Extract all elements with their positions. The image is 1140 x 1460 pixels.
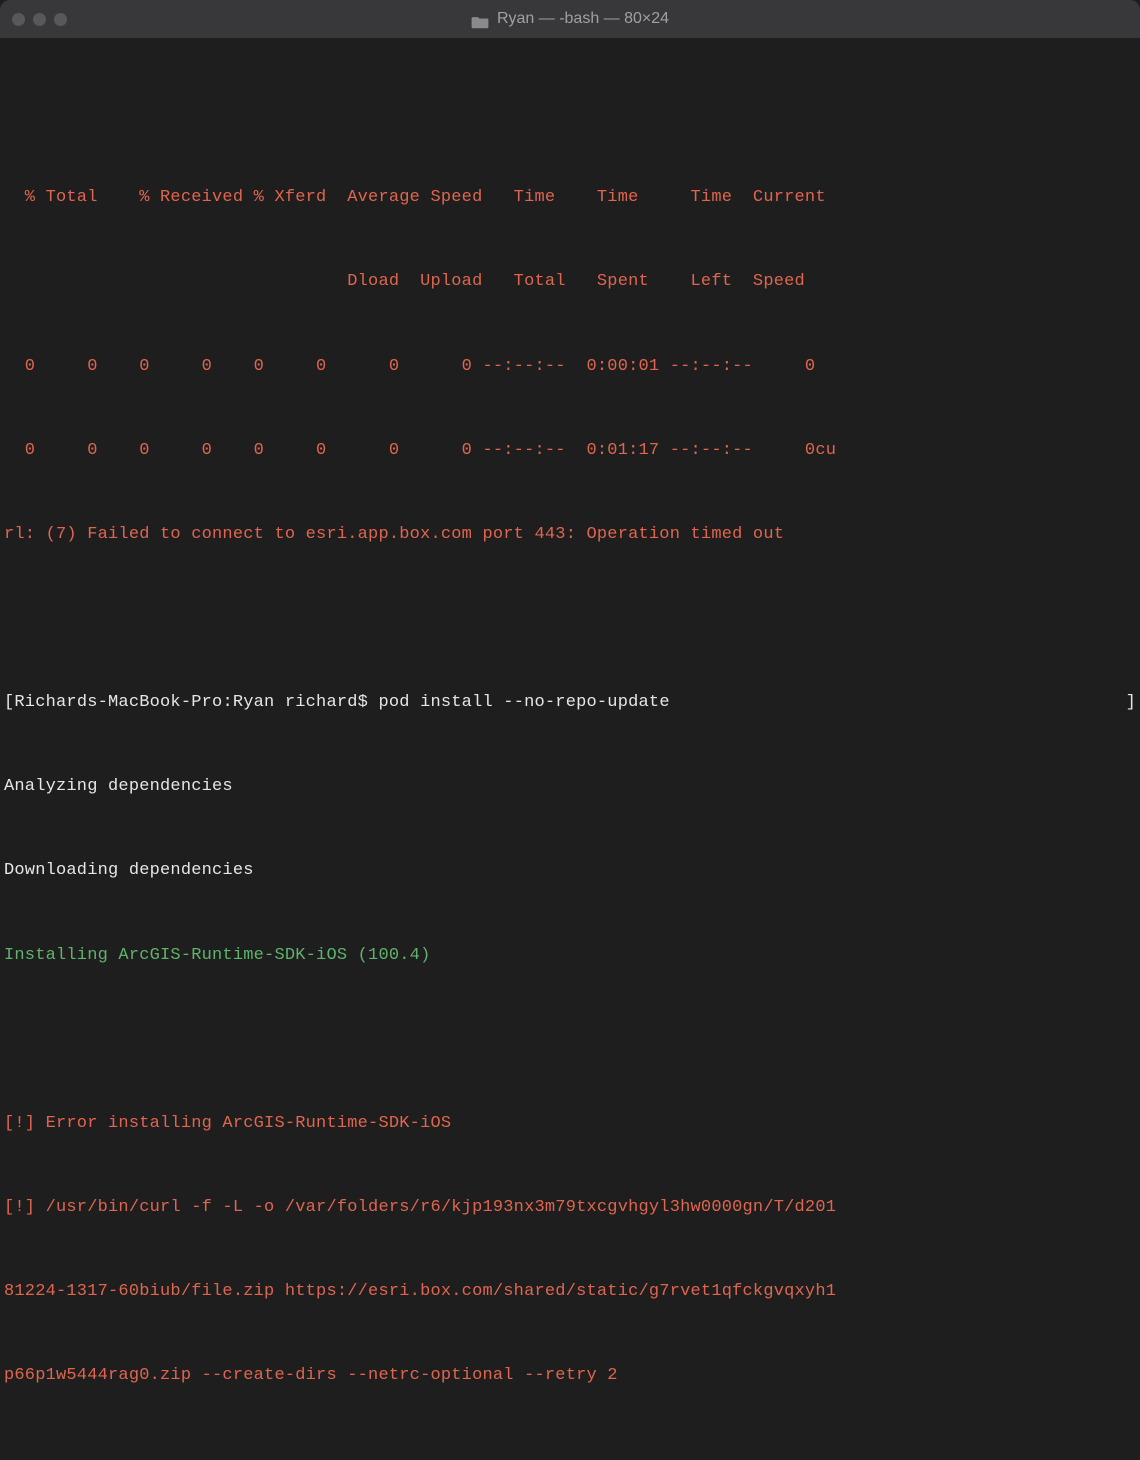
curl-error: rl: (7) Failed to connect to esri.app.bo… bbox=[4, 521, 1136, 549]
zoom-button[interactable] bbox=[54, 13, 67, 26]
curl-progress-row: 0 0 0 0 0 0 0 0 --:--:-- 0:00:01 --:--:-… bbox=[4, 353, 1136, 381]
blank-line bbox=[4, 1446, 1136, 1460]
traffic-lights bbox=[12, 13, 67, 26]
curl-header: Dload Upload Total Spent Left Speed bbox=[4, 268, 1136, 296]
terminal-area[interactable]: % Total % Received % Xferd Average Speed… bbox=[0, 38, 1140, 1460]
error-line: 81224-1317-60biub/file.zip https://esri.… bbox=[4, 1278, 1136, 1306]
prompt-line: [Richards-MacBook-Pro:Ryan richard$ pod … bbox=[4, 689, 1136, 717]
output-line: Analyzing dependencies bbox=[4, 773, 1136, 801]
shell-command: pod install --no-repo-update bbox=[378, 693, 669, 712]
curl-progress-row: 0 0 0 0 0 0 0 0 --:--:-- 0:01:17 --:--:-… bbox=[4, 437, 1136, 465]
shell-prompt: Richards-MacBook-Pro:Ryan richard$ bbox=[14, 693, 378, 712]
window-title: Ryan — -bash — 80×24 bbox=[497, 6, 669, 32]
error-line: [!] Error installing ArcGIS-Runtime-SDK-… bbox=[4, 1110, 1136, 1138]
close-button[interactable] bbox=[12, 13, 25, 26]
window-title-wrap: Ryan — -bash — 80×24 bbox=[12, 6, 1128, 32]
folder-icon bbox=[471, 12, 489, 26]
error-line: [!] /usr/bin/curl -f -L -o /var/folders/… bbox=[4, 1194, 1136, 1222]
window-titlebar[interactable]: Ryan — -bash — 80×24 bbox=[0, 0, 1140, 38]
curl-header: % Total % Received % Xferd Average Speed… bbox=[4, 184, 1136, 212]
output-line: Downloading dependencies bbox=[4, 857, 1136, 885]
blank-line bbox=[4, 605, 1136, 633]
error-line: p66p1w5444rag0.zip --create-dirs --netrc… bbox=[4, 1362, 1136, 1390]
install-line: Installing ArcGIS-Runtime-SDK-iOS (100.4… bbox=[4, 942, 1136, 970]
minimize-button[interactable] bbox=[33, 13, 46, 26]
bracket-close: ] bbox=[1126, 689, 1136, 717]
blank-line bbox=[4, 1026, 1136, 1054]
bracket-open: [ bbox=[4, 693, 14, 712]
output-line bbox=[4, 100, 1136, 128]
